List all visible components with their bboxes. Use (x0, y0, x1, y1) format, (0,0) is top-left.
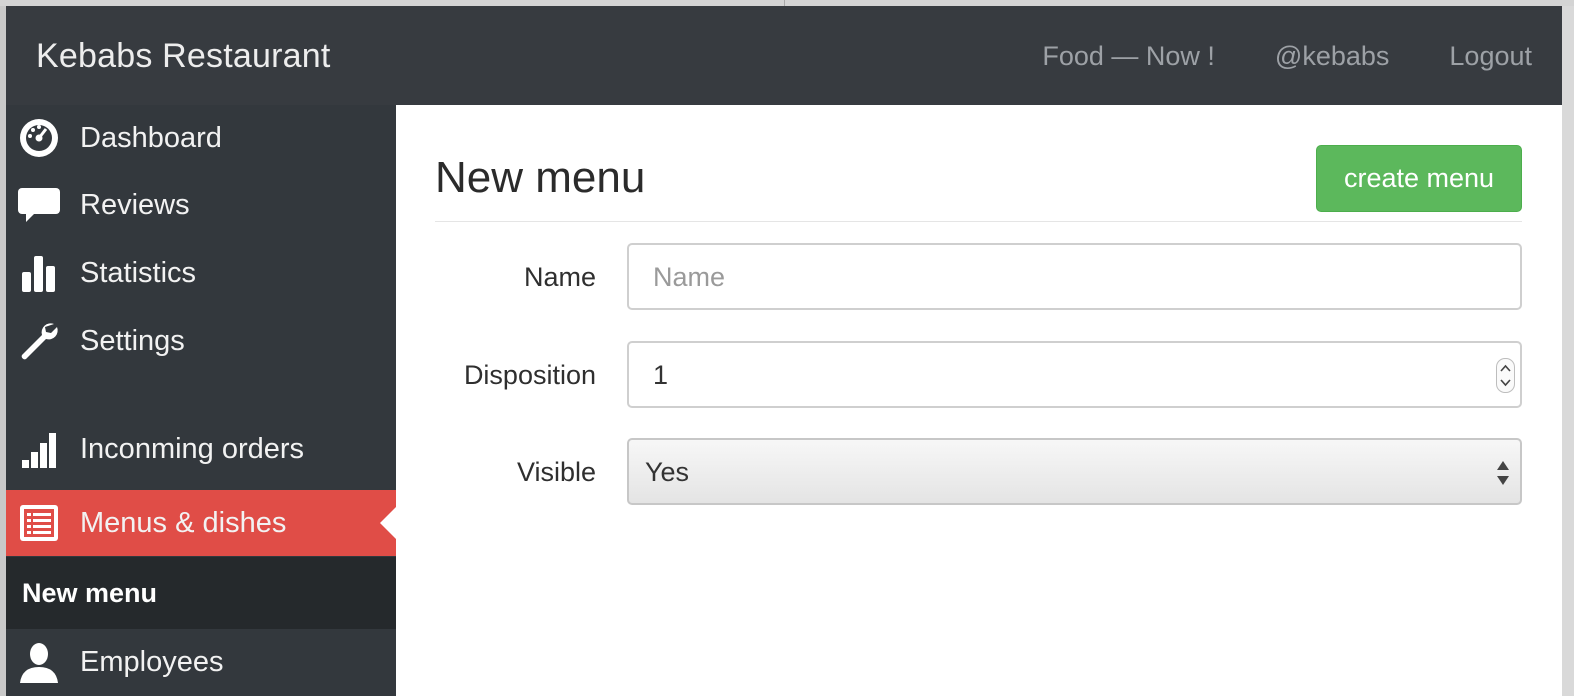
navbar-links: Food — Now ! @kebabs Logout (1012, 41, 1562, 72)
sidebar: Dashboard Reviews Statistics Settings In… (6, 105, 396, 696)
sidebar-item-dashboard[interactable]: Dashboard (6, 105, 396, 171)
visible-label: Visible (516, 457, 596, 487)
nav-link-food-now[interactable]: Food — Now ! (1042, 41, 1215, 72)
disposition-number-input[interactable]: 1 (627, 341, 1522, 408)
speech-bubble-icon (18, 188, 60, 222)
wrench-icon (21, 323, 58, 360)
name-input[interactable]: Name (627, 243, 1522, 310)
sidebar-item-label: Employees (80, 645, 224, 678)
brand-title[interactable]: Kebabs Restaurant (36, 37, 330, 76)
visible-selected-value: Yes (645, 457, 690, 487)
bar-chart-icon (22, 256, 55, 292)
title-divider (435, 221, 1522, 222)
list-icon (20, 505, 58, 541)
number-spinner[interactable] (1496, 358, 1515, 393)
sidebar-item-label: Inconming orders (80, 432, 305, 465)
sidebar-item-settings[interactable]: Settings (6, 308, 396, 374)
spinner-arrows-icon (1500, 364, 1511, 387)
sidebar-item-label: Dashboard (80, 121, 222, 154)
sidebar-item-employees[interactable]: Employees (6, 629, 396, 695)
signal-bars-icon (22, 433, 56, 468)
user-icon (20, 643, 58, 683)
app-window: Kebabs Restaurant Food — Now ! @kebabs L… (6, 6, 1562, 696)
disposition-value: 1 (653, 360, 669, 390)
nav-link-logout[interactable]: Logout (1449, 41, 1532, 72)
sidebar-subitem-label: New menu (22, 578, 158, 608)
name-placeholder: Name (653, 262, 726, 292)
sidebar-item-reviews[interactable]: Reviews (6, 172, 396, 238)
disposition-label: Disposition (463, 360, 596, 390)
window-right-edge (1562, 6, 1574, 696)
sidebar-item-statistics[interactable]: Statistics (6, 240, 396, 306)
nav-link-account[interactable]: @kebabs (1275, 41, 1389, 72)
sidebar-item-menus-dishes[interactable]: Menus & dishes (6, 490, 396, 556)
sidebar-item-label: Menus & dishes (80, 506, 287, 539)
name-label: Name (523, 262, 596, 292)
sidebar-item-label: Reviews (80, 188, 190, 221)
sidebar-item-incoming-orders[interactable]: Inconming orders (6, 416, 396, 482)
sidebar-item-label: Statistics (80, 256, 197, 289)
visible-select[interactable]: Yes (627, 438, 1522, 505)
top-navbar: Kebabs Restaurant Food — Now ! @kebabs L… (6, 6, 1562, 105)
page-title: New menu (435, 153, 646, 202)
create-menu-button[interactable]: create menu (1316, 145, 1522, 212)
select-arrows-icon (1497, 461, 1509, 485)
sidebar-item-label: Settings (80, 324, 185, 357)
sidebar-subitem-new-menu[interactable]: New menu (6, 557, 396, 629)
main-content: New menu create menu Name Name Dispositi… (396, 105, 1562, 696)
dashboard-icon (20, 119, 58, 157)
